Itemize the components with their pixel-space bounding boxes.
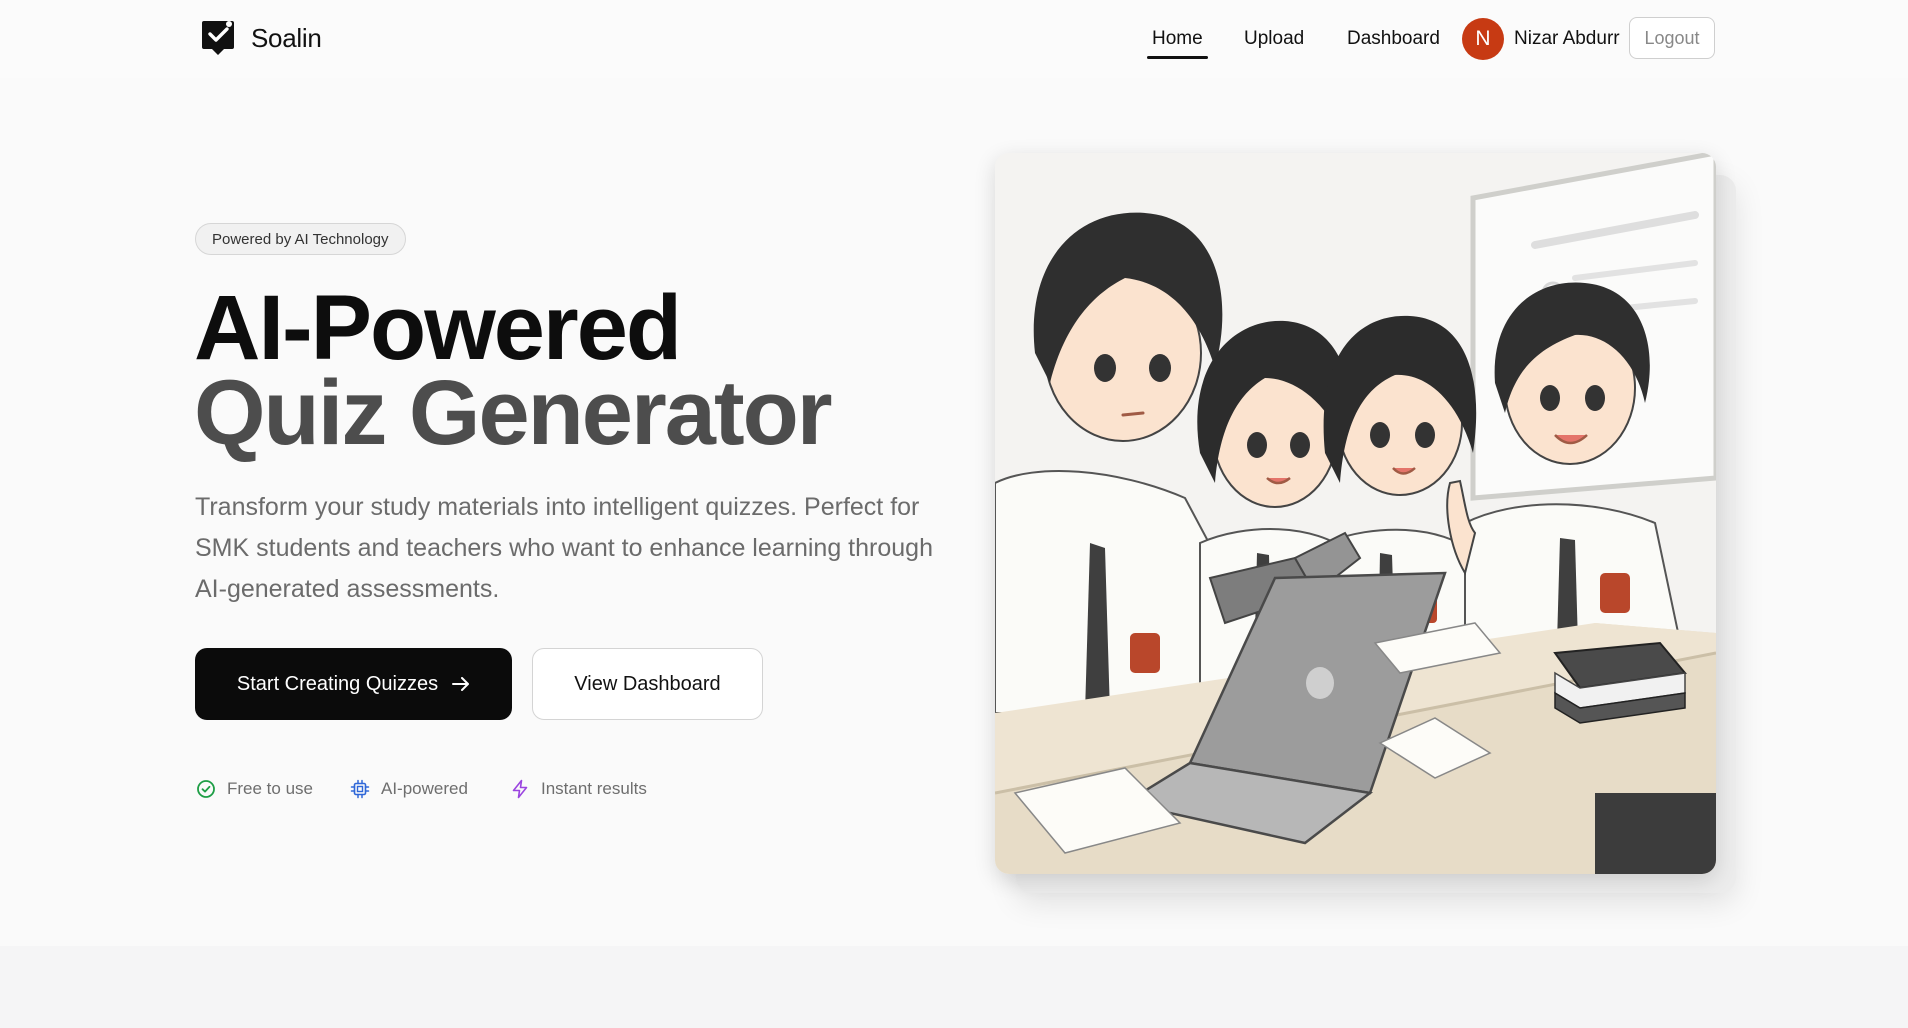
feature-free-label: Free to use bbox=[227, 779, 313, 798]
hero-title-line2: Quiz Generator bbox=[194, 362, 833, 464]
user-avatar[interactable]: N bbox=[1462, 18, 1504, 60]
brand-logo[interactable]: Soalin bbox=[200, 19, 322, 57]
students-laptop-illustration bbox=[995, 153, 1716, 874]
start-creating-button[interactable]: Start Creating Quizzes bbox=[195, 648, 512, 720]
feature-instant: Instant results bbox=[510, 779, 647, 799]
check-circle-icon bbox=[197, 780, 215, 798]
view-dashboard-button[interactable]: View Dashboard bbox=[532, 648, 763, 720]
next-section-band bbox=[0, 946, 1908, 1028]
nav-dashboard[interactable]: Dashboard bbox=[1347, 28, 1440, 50]
ai-badge: Powered by AI Technology bbox=[195, 223, 406, 255]
logout-button[interactable]: Logout bbox=[1629, 17, 1715, 59]
cpu-icon bbox=[350, 779, 370, 799]
brand-name: Soalin bbox=[251, 22, 322, 53]
lightning-icon bbox=[512, 779, 528, 799]
hero-description: Transform your study materials into inte… bbox=[195, 493, 933, 603]
feature-ai-label: AI-powered bbox=[381, 779, 468, 798]
feature-free: Free to use bbox=[196, 779, 313, 799]
check-badge-icon bbox=[202, 21, 234, 55]
user-name: Nizar Abdurr bbox=[1514, 28, 1620, 49]
start-creating-label: Start Creating Quizzes bbox=[236, 672, 439, 695]
hero-title-line1: AI-Powered bbox=[194, 277, 682, 379]
nav-upload[interactable]: Upload bbox=[1244, 28, 1304, 50]
feature-ai: AI-powered bbox=[350, 779, 468, 799]
top-navbar: Soalin Home Upload Dashboard N Nizar Abd… bbox=[0, 0, 1908, 78]
feature-instant-label: Instant results bbox=[541, 779, 647, 798]
nav-home[interactable]: Home bbox=[1147, 28, 1208, 59]
arrow-right-icon bbox=[452, 677, 470, 691]
hero-illustration bbox=[995, 153, 1716, 874]
